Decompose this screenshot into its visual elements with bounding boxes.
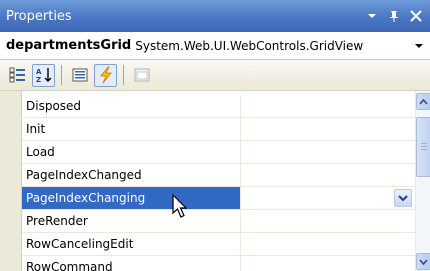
lightning-bolt-icon <box>99 66 112 84</box>
vertical-scrollbar[interactable] <box>415 91 430 271</box>
event-row[interactable]: RowCancelingEdit <box>22 233 415 256</box>
chevron-up-icon <box>419 98 428 105</box>
event-name: RowCommand <box>22 256 241 271</box>
categorized-icon <box>9 67 25 83</box>
event-name: PageIndexChanged <box>22 164 241 186</box>
scroll-thumb[interactable] <box>416 117 430 177</box>
event-row[interactable]: Load <box>22 141 415 164</box>
properties-title-bar[interactable]: Properties <box>0 0 430 32</box>
event-row[interactable]: PageIndexChanged <box>22 164 415 187</box>
chevron-down-icon <box>398 194 408 201</box>
mouse-pointer-icon <box>172 194 188 218</box>
event-handler-value[interactable] <box>241 256 415 271</box>
auto-hide-pin-icon[interactable] <box>386 8 402 24</box>
scroll-up-button[interactable] <box>416 93 430 110</box>
scroll-grip <box>421 146 427 147</box>
window-title: Properties <box>6 8 72 24</box>
event-handler-value[interactable] <box>241 95 415 117</box>
categorized-button[interactable] <box>6 64 29 87</box>
toolbar-separator <box>61 65 62 85</box>
object-selector[interactable]: departmentsGrid System.Web.UI.WebControl… <box>0 32 430 60</box>
event-row[interactable]: Disposed <box>22 95 415 118</box>
selected-object-type: System.Web.UI.WebControls.GridView <box>135 38 364 53</box>
event-handler-value[interactable] <box>241 233 415 255</box>
properties-icon <box>72 68 87 82</box>
event-name: Init <box>22 118 241 140</box>
toolbar-separator <box>123 65 124 85</box>
event-name: PreRender <box>22 210 241 232</box>
event-row-selected[interactable]: PageIndexChanging <box>22 187 415 210</box>
event-row[interactable]: Init <box>22 118 415 141</box>
event-handler-value[interactable] <box>241 118 415 140</box>
scroll-grip <box>421 149 427 150</box>
event-name: RowCancelingEdit <box>22 233 241 255</box>
chevron-down-icon <box>419 258 428 265</box>
grid-gutter <box>0 91 22 271</box>
event-name: Disposed <box>22 95 241 117</box>
event-row[interactable]: PreRender <box>22 210 415 233</box>
event-handler-value[interactable] <box>241 141 415 163</box>
events-button[interactable] <box>94 63 117 87</box>
selected-object-name: departmentsGrid <box>6 38 132 53</box>
svg-text:Z: Z <box>36 76 41 84</box>
svg-text:A: A <box>36 68 42 76</box>
window-position-dropdown-icon[interactable] <box>364 8 380 24</box>
close-icon[interactable] <box>408 8 424 24</box>
event-name: PageIndexChanging <box>22 187 241 209</box>
event-row[interactable]: RowCommand <box>22 256 415 271</box>
properties-toolbar: A Z <box>0 60 430 91</box>
alphabetical-button[interactable]: A Z <box>32 63 55 87</box>
event-handler-value[interactable] <box>241 187 415 209</box>
event-handler-dropdown-button[interactable] <box>394 189 412 207</box>
properties-button[interactable] <box>68 64 91 87</box>
event-handler-value[interactable] <box>241 210 415 232</box>
scroll-grip <box>421 143 427 144</box>
object-selector-dropdown-icon[interactable] <box>410 36 428 56</box>
event-name: Load <box>22 141 241 163</box>
alphabetical-sort-icon: A Z <box>36 68 51 84</box>
event-handler-value[interactable] <box>241 164 415 186</box>
property-pages-button[interactable] <box>130 64 153 87</box>
events-grid: Disposed Init Load PageIndexChanged Page… <box>0 91 415 271</box>
property-pages-icon <box>134 68 149 82</box>
scroll-down-button[interactable] <box>416 253 430 270</box>
